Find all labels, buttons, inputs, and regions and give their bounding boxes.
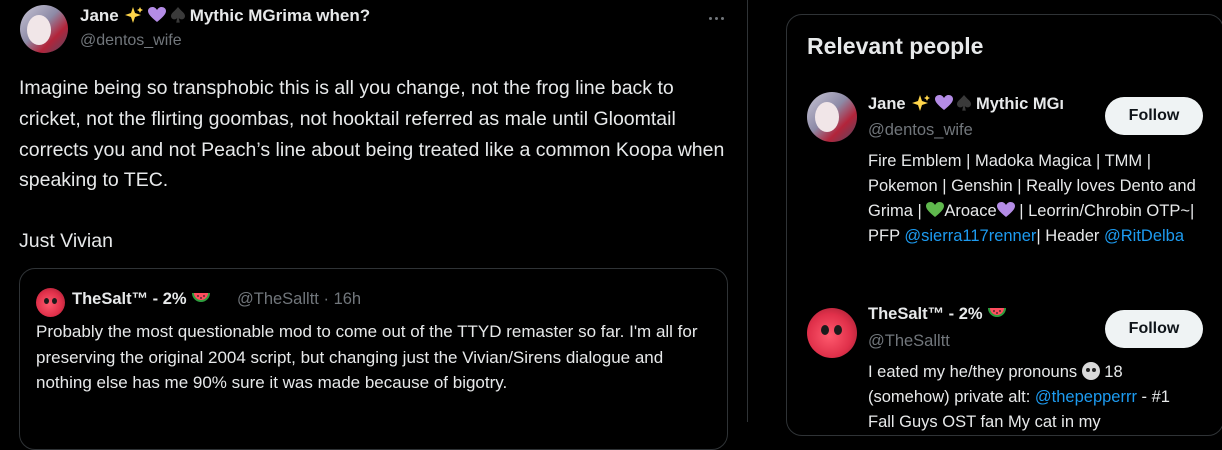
author-handle[interactable]: @dentos_wife xyxy=(80,32,182,50)
bio-mention-link[interactable]: @sierra117renner xyxy=(904,227,1036,245)
author-name[interactable]: Jane xyxy=(80,6,119,25)
sparkles-icon xyxy=(912,95,931,111)
spade-icon xyxy=(957,95,972,111)
quote-author-avatar xyxy=(36,288,65,317)
purple-heart-icon xyxy=(148,7,167,22)
quote-time: 16h xyxy=(333,290,362,308)
bio-mention-link[interactable]: @thepepperrr xyxy=(1035,388,1137,406)
follow-button[interactable]: Follow xyxy=(1105,310,1203,348)
quote-meta: @TheSalltt · 16h xyxy=(237,290,361,309)
bio-mention-link[interactable]: @RitDelba xyxy=(1104,227,1184,245)
author-name-suffix[interactable]: Mythic MGrima when? xyxy=(190,6,370,25)
main-tweet: Jane Mythic MGrima when? @dentos_wife Im… xyxy=(0,0,747,450)
person-name[interactable]: TheSalt™ - 2% xyxy=(868,305,983,323)
relevant-people-panel: Relevant people Jane Mythic MGı @dentos_… xyxy=(786,14,1222,436)
quote-author-handle: @TheSalltt xyxy=(237,290,319,308)
tweet-paragraph: Imagine being so transphobic this is all… xyxy=(19,77,725,192)
watermelon-icon xyxy=(192,293,211,302)
person-avatar[interactable] xyxy=(807,308,857,358)
person-handle[interactable]: @dentos_wife xyxy=(868,121,973,140)
spade-icon xyxy=(170,7,185,23)
author-name-line[interactable]: Jane Mythic MGrima when? xyxy=(80,6,370,26)
follow-button[interactable]: Follow xyxy=(1105,97,1203,135)
person-avatar[interactable] xyxy=(807,92,857,142)
quote-text: Probably the most questionable mod to co… xyxy=(36,322,698,392)
bio-text: I eated my he/they pronouns xyxy=(868,363,1082,381)
bio-text: | Header xyxy=(1036,227,1104,245)
quote-author-name-line: TheSalt™ - 2% xyxy=(72,290,211,309)
quoted-tweet[interactable]: TheSalt™ - 2% @TheSalltt · 16h Probably … xyxy=(19,268,728,450)
quote-separator: · xyxy=(323,290,329,308)
skull-icon xyxy=(1081,362,1100,380)
purple-heart-icon xyxy=(934,95,953,110)
person-bio: I eated my he/they pronouns 18 (somehow)… xyxy=(868,360,1198,435)
bio-text: Aroace xyxy=(944,202,997,220)
person-name-line[interactable]: Jane Mythic MGı xyxy=(868,94,1090,114)
column-divider xyxy=(747,0,748,422)
person-name[interactable]: Jane xyxy=(868,95,906,113)
purple-heart-icon xyxy=(996,202,1015,217)
green-heart-icon xyxy=(926,202,945,217)
person-name-line[interactable]: TheSalt™ - 2% xyxy=(868,305,1090,324)
watermelon-icon xyxy=(988,308,1007,317)
sparkles-icon xyxy=(125,7,144,23)
quote-author-name: TheSalt™ - 2% xyxy=(72,290,187,308)
person-name-suffix[interactable]: Mythic MGı xyxy=(976,95,1064,113)
person-bio: Fire Emblem | Madoka Magica | TMM | Poke… xyxy=(868,149,1198,249)
person-handle[interactable]: @TheSalltt xyxy=(868,332,950,351)
more-options-icon[interactable] xyxy=(704,8,728,28)
tweet-text: Imagine being so transphobic this is all… xyxy=(19,73,734,257)
author-avatar[interactable] xyxy=(20,5,68,53)
panel-title: Relevant people xyxy=(807,33,984,59)
tweet-paragraph: Just Vivian xyxy=(19,230,113,253)
